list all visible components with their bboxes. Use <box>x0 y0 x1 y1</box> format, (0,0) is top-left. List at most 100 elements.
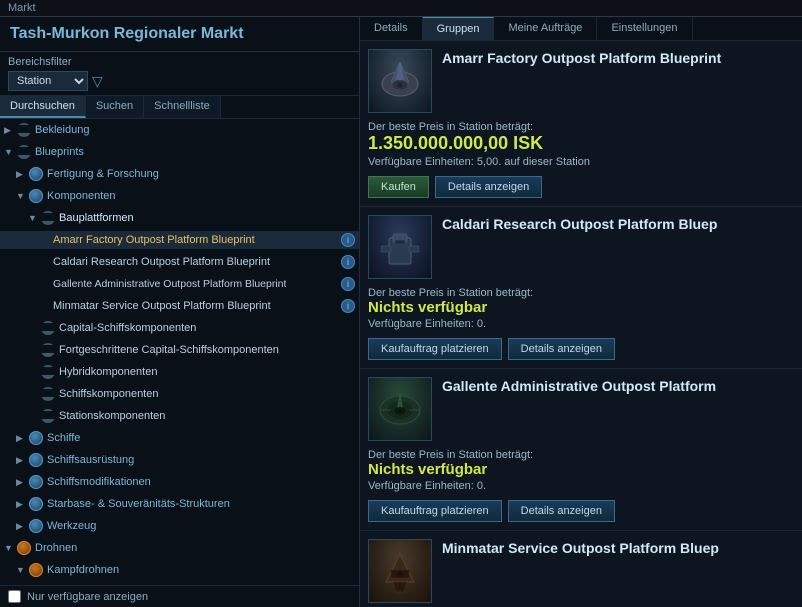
item-label: Fertigung & Forschung <box>47 168 159 180</box>
tree-item-amarr-bp[interactable]: Amarr Factory Outpost Platform Blueprint… <box>0 229 359 251</box>
market-item-header: Minmatar Service Outpost Platform Bluep <box>368 539 794 603</box>
item-label: Schiffe <box>47 432 80 444</box>
available-only-checkbox[interactable] <box>8 590 21 603</box>
info-icon-amarr[interactable]: i <box>341 233 355 247</box>
price-section-amarr: Der beste Preis in Station beträgt: 1.35… <box>368 119 794 170</box>
price-label: Der beste Preis in Station beträgt: <box>368 287 794 299</box>
expand-arrow: ▼ <box>4 147 14 157</box>
category-icon-komponenten <box>29 189 43 203</box>
left-panel: Tash-Murkon Regionaler Markt Bereichsfil… <box>0 17 360 607</box>
tree-item-schiffe[interactable]: ▶ Schiffe <box>0 427 359 449</box>
item-thumbnail-gallente <box>368 377 432 441</box>
minmatar-thumbnail-svg <box>371 542 429 600</box>
tree-item-schiffsausr[interactable]: ▶ Schiffsausrüstung <box>0 449 359 471</box>
price-value-gallente: Nichts verfügbar <box>368 461 794 478</box>
item-thumbnail-caldari <box>368 215 432 279</box>
tree-item-gallente-bp[interactable]: Gallente Administrative Outpost Platform… <box>0 273 359 295</box>
item-label: Amarr Factory Outpost Platform Blueprint <box>53 234 255 246</box>
tree-item-minmatar-bp[interactable]: Minmatar Service Outpost Platform Bluepr… <box>0 295 359 317</box>
price-label: Der beste Preis in Station beträgt: <box>368 121 794 133</box>
market-card-minmatar: Minmatar Service Outpost Platform Bluep <box>360 531 802 607</box>
tree-container: ▶ Bekleidung ▼ Blueprints ▶ Fertigung <box>0 119 359 585</box>
details-button-caldari[interactable]: Details anzeigen <box>508 338 615 360</box>
expand-arrow: ▶ <box>16 477 26 488</box>
item-title-caldari: Caldari Research Outpost Platform Bluep <box>442 215 717 233</box>
expand-arrow: ▶ <box>4 125 14 136</box>
category-icon-blueprints <box>17 145 31 159</box>
station-select[interactable]: Station <box>8 71 88 91</box>
tree-item-schiffsmod[interactable]: ▶ Schiffsmodifikationen <box>0 471 359 493</box>
category-icon <box>29 497 43 511</box>
item-title-gallente: Gallente Administrative Outpost Platform <box>442 377 716 395</box>
available-only-label[interactable]: Nur verfügbare anzeigen <box>27 591 148 603</box>
tree-item-komponenten[interactable]: ▼ Komponenten <box>0 185 359 207</box>
price-value-amarr: 1.350.000.000,00 ISK <box>368 133 794 154</box>
units-label-caldari: Verfügbare Einheiten: 0. <box>368 318 794 330</box>
tree-item-stationskomp[interactable]: Stationskomponenten <box>0 405 359 427</box>
tree-item-blueprints[interactable]: ▼ Blueprints <box>0 141 359 163</box>
category-icon-fertigung <box>29 167 43 181</box>
main-layout: Tash-Murkon Regionaler Markt Bereichsfil… <box>0 17 802 607</box>
item-label: Hybridkomponenten <box>59 366 157 378</box>
amarr-thumbnail-svg <box>371 52 429 110</box>
item-label: Starbase- & Souveränitäts-Strukturen <box>47 498 230 510</box>
info-icon-minmatar[interactable]: i <box>341 299 355 313</box>
tab-gruppen[interactable]: Gruppen <box>423 17 495 40</box>
category-icon <box>29 431 43 445</box>
item-label: Drohnen <box>35 542 77 554</box>
tab-schnellliste[interactable]: Schnellliste <box>144 96 221 118</box>
action-buttons-amarr: Kaufen Details anzeigen <box>368 176 794 198</box>
tree-item-werkzeug[interactable]: ▶ Werkzeug <box>0 515 359 537</box>
expand-arrow: ▼ <box>4 543 14 553</box>
filter-section: Bereichsfilter Station ▽ <box>0 52 359 96</box>
info-icon-caldari[interactable]: i <box>341 255 355 269</box>
units-label-amarr: Verfügbare Einheiten: 5,00. auf dieser S… <box>368 156 794 168</box>
tab-durchsuchen[interactable]: Durchsuchen <box>0 96 86 118</box>
buy-order-button-caldari[interactable]: Kaufauftrag platzieren <box>368 338 502 360</box>
category-icon <box>41 387 55 401</box>
info-icon-gallente[interactable]: i <box>341 277 355 291</box>
action-buttons-caldari: Kaufauftrag platzieren Details anzeigen <box>368 338 794 360</box>
tree-item-kampfdrohnen[interactable]: ▼ Kampfdrohnen <box>0 559 359 581</box>
tree-item-drohnen[interactable]: ▼ Drohnen <box>0 537 359 559</box>
tree-item-schiffskomp[interactable]: Schiffskomponenten <box>0 383 359 405</box>
units-label-gallente: Verfügbare Einheiten: 0. <box>368 480 794 492</box>
filter-icon[interactable]: ▽ <box>92 73 103 90</box>
details-button-amarr[interactable]: Details anzeigen <box>435 176 542 198</box>
item-label: Bauplattformen <box>59 212 134 224</box>
tree-item-bauplattformen[interactable]: ▼ Bauplattformen <box>0 207 359 229</box>
expand-arrow: ▶ <box>16 455 26 466</box>
item-thumbnail-amarr <box>368 49 432 113</box>
tree-item-bekleidung[interactable]: ▶ Bekleidung <box>0 119 359 141</box>
category-icon <box>17 541 31 555</box>
tab-meine-auftraege[interactable]: Meine Aufträge <box>494 17 597 40</box>
tree-item-caldari-bp[interactable]: Caldari Research Outpost Platform Bluepr… <box>0 251 359 273</box>
market-item-header: Caldari Research Outpost Platform Bluep <box>368 215 794 279</box>
tree-item-fertigung[interactable]: ▶ Fertigung & Forschung <box>0 163 359 185</box>
tree-item-adv-capital[interactable]: Fortgeschrittene Capital-Schiffskomponen… <box>0 339 359 361</box>
market-title: Tash-Murkon Regionaler Markt <box>0 17 359 52</box>
tab-details[interactable]: Details <box>360 17 423 40</box>
market-card-amarr: Amarr Factory Outpost Platform Blueprint… <box>360 41 802 207</box>
expand-arrow: ▼ <box>16 565 26 575</box>
expand-arrow: ▶ <box>16 521 26 532</box>
item-info: Caldari Research Outpost Platform Bluep <box>442 215 717 233</box>
tab-einstellungen[interactable]: Einstellungen <box>597 17 692 40</box>
tree-item-capital[interactable]: Capital-Schiffskomponenten <box>0 317 359 339</box>
expand-arrow: ▶ <box>16 433 26 444</box>
tab-suchen[interactable]: Suchen <box>86 96 144 118</box>
top-bar: Markt <box>0 0 802 17</box>
buy-order-button-gallente[interactable]: Kaufauftrag platzieren <box>368 500 502 522</box>
item-label: Capital-Schiffskomponenten <box>59 322 196 334</box>
item-info: Amarr Factory Outpost Platform Blueprint <box>442 49 721 67</box>
expand-arrow: ▶ <box>16 499 26 510</box>
tree-item-hybrid[interactable]: Hybridkomponenten <box>0 361 359 383</box>
details-button-gallente[interactable]: Details anzeigen <box>508 500 615 522</box>
item-thumbnail-minmatar <box>368 539 432 603</box>
item-info: Minmatar Service Outpost Platform Bluep <box>442 539 719 557</box>
tree-item-starbase[interactable]: ▶ Starbase- & Souveränitäts-Strukturen <box>0 493 359 515</box>
buy-button-amarr[interactable]: Kaufen <box>368 176 429 198</box>
category-icon <box>29 453 43 467</box>
detail-tabs: Details Gruppen Meine Aufträge Einstellu… <box>360 17 802 41</box>
item-label: Caldari Research Outpost Platform Bluepr… <box>53 256 270 268</box>
